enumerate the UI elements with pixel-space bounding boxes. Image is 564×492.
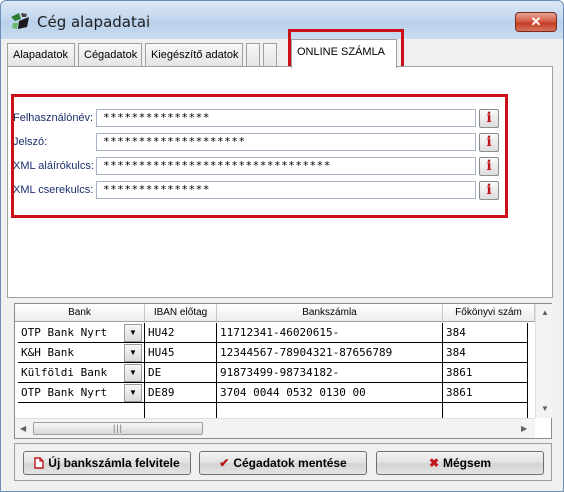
info-icon: i: [486, 110, 492, 126]
account-cell[interactable]: 11712341-46020615-: [217, 323, 443, 343]
signing-key-info-button[interactable]: i: [479, 157, 499, 176]
tab-label: Kiegészítő adatok: [151, 49, 239, 61]
new-bank-account-button[interactable]: Új bankszámla felvitele: [23, 451, 191, 475]
column-header-bank[interactable]: Bank: [15, 304, 145, 322]
column-header-iban[interactable]: IBAN előtag: [145, 304, 217, 322]
exchange-key-label: XML cserekulcs:: [13, 184, 94, 196]
tab-label: Cégadatok: [84, 49, 138, 61]
column-header-account[interactable]: Bankszámla: [217, 304, 443, 322]
account-cell[interactable]: 12344567-78904321-87656789: [217, 343, 443, 363]
tab-strip: Alapadatok Cégadatok Kiegészítő adatok O…: [7, 39, 557, 68]
scroll-thumb[interactable]: |||: [33, 422, 203, 435]
bank-accounts-grid: Bank IBAN előtag Bankszámla Főkönyvi szá…: [14, 303, 552, 439]
window-title: Cég alapadatai: [37, 13, 151, 31]
tab-label: ONLINE SZÁMLA: [297, 46, 386, 58]
tab-cegadatok[interactable]: Cégadatok: [78, 43, 142, 67]
tab-kiegeszito-adatok[interactable]: Kiegészítő adatok: [145, 43, 243, 67]
exchange-key-info-button[interactable]: i: [479, 181, 499, 200]
bank-select-value: K&H Bank: [21, 346, 74, 359]
bank-select-value: OTP Bank Nyrt: [21, 326, 108, 339]
close-button[interactable]: ✕: [515, 12, 557, 32]
save-company-data-button[interactable]: ✔ Cégadatok mentése: [199, 451, 367, 475]
title-bar[interactable]: Cég alapadatai ✕: [1, 1, 563, 39]
ledger-cell[interactable]: 3861: [443, 383, 528, 403]
tab-empty-2[interactable]: [263, 43, 277, 67]
password-label: Jelszó:: [13, 136, 48, 148]
button-bar: Új bankszámla felvitele ✔ Cégadatok menté…: [14, 443, 552, 481]
username-info-button[interactable]: i: [479, 109, 499, 128]
close-icon: ✖: [428, 456, 440, 470]
iban-cell[interactable]: HU45: [145, 343, 217, 363]
exchange-key-field[interactable]: ***************: [96, 181, 476, 199]
scroll-up-icon[interactable]: ▲: [541, 308, 549, 317]
cancel-label: Mégsem: [443, 456, 492, 470]
tab-empty-1[interactable]: [246, 43, 260, 67]
new-row-iban-cell[interactable]: [145, 403, 217, 418]
chevron-down-icon[interactable]: ▼: [124, 324, 142, 342]
save-company-data-label: Cégadatok mentése: [233, 456, 347, 470]
username-field[interactable]: ***************: [96, 109, 476, 127]
vertical-scrollbar[interactable]: ▲ ▼: [535, 304, 552, 418]
ledger-cell[interactable]: 384: [443, 323, 528, 343]
iban-cell[interactable]: DE: [145, 363, 217, 383]
iban-cell[interactable]: HU42: [145, 323, 217, 343]
close-icon: ✕: [530, 14, 542, 29]
password-info-button[interactable]: i: [479, 133, 499, 152]
window: Cég alapadatai ✕ Alapadatok Cégadatok Ki…: [0, 0, 564, 492]
username-label: Felhasználónév:: [13, 112, 94, 124]
account-cell[interactable]: 3704 0044 0532 0130 00: [217, 383, 443, 403]
info-icon: i: [486, 182, 492, 198]
bank-select-value: OTP Bank Nyrt: [21, 386, 108, 399]
signing-key-label: XML aláírókulcs:: [13, 160, 94, 172]
scroll-left-icon[interactable]: ◀: [20, 424, 26, 433]
tab-online-szamla[interactable]: ONLINE SZÁMLA: [291, 39, 397, 68]
bank-select-value: Külföldi Bank: [21, 366, 108, 379]
column-header-ledger[interactable]: Főkönyvi szám: [443, 304, 535, 322]
cancel-button[interactable]: ✖ Mégsem: [376, 451, 544, 475]
new-row-account-cell[interactable]: [217, 403, 443, 418]
ledger-cell[interactable]: 3861: [443, 363, 528, 383]
scroll-right-icon[interactable]: ▶: [521, 424, 527, 433]
info-icon: i: [486, 134, 492, 150]
signing-key-field[interactable]: ********************************: [96, 157, 476, 175]
tab-label: Alapadatok: [13, 49, 69, 61]
checkmark-icon: ✔: [219, 456, 230, 470]
new-row-bank-cell[interactable]: [18, 403, 145, 418]
chevron-down-icon[interactable]: ▼: [124, 384, 142, 402]
account-cell[interactable]: 91873499-98734182-: [217, 363, 443, 383]
iban-cell[interactable]: DE89: [145, 383, 217, 403]
new-bank-account-label: Új bankszámla felvitele: [48, 456, 180, 470]
password-field[interactable]: ********************: [96, 133, 476, 151]
info-icon: i: [486, 158, 492, 174]
tab-alapadatok[interactable]: Alapadatok: [7, 43, 75, 67]
new-document-icon: [34, 457, 44, 469]
app-logo-icon: [11, 13, 29, 29]
horizontal-scrollbar[interactable]: ◀ ||| ▶: [15, 418, 535, 438]
new-row-ledger-cell[interactable]: [443, 403, 528, 418]
chevron-down-icon[interactable]: ▼: [124, 364, 142, 382]
scroll-down-icon[interactable]: ▼: [541, 404, 549, 413]
ledger-cell[interactable]: 384: [443, 343, 528, 363]
chevron-down-icon[interactable]: ▼: [124, 344, 142, 362]
